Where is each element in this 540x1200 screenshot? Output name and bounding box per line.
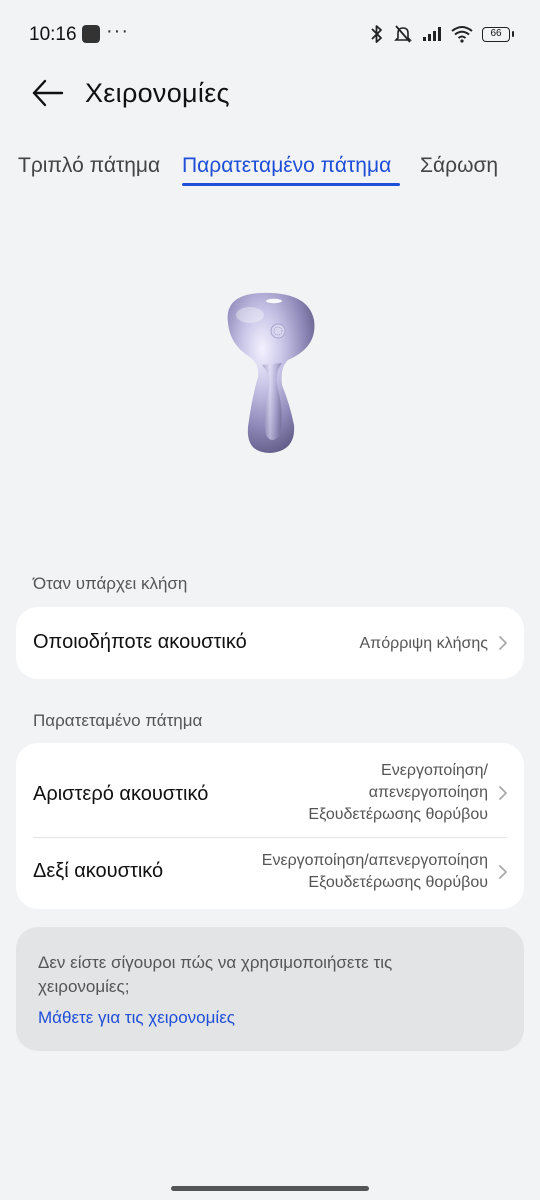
help-text: Δεν είστε σίγουροι πώς να χρησιμοποιήσετ…	[38, 953, 393, 996]
wifi-icon	[451, 26, 473, 43]
any-earbud-label: Οποιοδήποτε ακουστικό	[33, 631, 247, 653]
any-earbud-row[interactable]: Οποιοδήποτε ακουστικό Απόρριψη κλήσης	[16, 607, 524, 679]
tab-long-press[interactable]: Παρατεταμένο πάτημα	[182, 154, 391, 178]
tab-triple-press[interactable]: Τριπλό πάτημα	[18, 154, 160, 178]
app-header: Χειρονομίες	[0, 70, 540, 120]
back-arrow-icon[interactable]	[30, 78, 66, 108]
right-earbud-label: Δεξί ακουστικό	[33, 860, 164, 882]
chevron-right-icon	[499, 786, 507, 800]
chevron-right-icon	[499, 865, 507, 879]
left-earbud-label: Αριστερό ακουστικό	[33, 783, 209, 805]
right-earbud-value-line: Ενεργοποίηση/απενεργοποίηση	[261, 852, 488, 869]
notification-app-icon	[82, 25, 100, 43]
left-earbud-value-line: απενεργοποίηση	[368, 784, 488, 801]
tab-swipe[interactable]: Σάρωση	[420, 154, 498, 178]
left-earbud-value-line: Εξουδετέρωσης θορύβου	[308, 806, 488, 823]
call-section-label: Όταν υπάρχει κλήση	[33, 574, 188, 593]
bluetooth-icon	[371, 25, 382, 43]
more-notifications-icon: ···	[106, 20, 129, 42]
status-bar: 10:16 ··· 66	[0, 0, 540, 70]
long-press-card: Αριστερό ακουστικό Ενεργοποίηση/ απενεργ…	[16, 743, 524, 909]
call-settings-card: Οποιοδήποτε ακουστικό Απόρριψη κλήσης	[16, 607, 524, 679]
status-icons: 66	[370, 22, 514, 46]
left-earbud-row[interactable]: Αριστερό ακουστικό Ενεργοποίηση/ απενεργ…	[16, 743, 524, 837]
active-tab-indicator	[182, 183, 400, 186]
gesture-tabs: Τριπλό πάτημα Παρατεταμένο πάτημα Σάρωση	[0, 150, 540, 190]
battery-icon: 66	[482, 26, 514, 42]
home-indicator[interactable]	[171, 1186, 369, 1191]
left-earbud-value-line: Ενεργοποίηση/	[381, 762, 488, 779]
earbud-image	[227, 292, 315, 453]
signal-icon	[423, 27, 441, 41]
right-earbud-value-line: Εξουδετέρωσης θορύβου	[308, 874, 488, 891]
left-earbud-value: Ενεργοποίηση/ απενεργοποίηση Εξουδετέρωσ…	[308, 760, 488, 826]
long-press-section-label: Παρατεταμένο πάτημα	[33, 711, 203, 730]
any-earbud-value: Απόρριψη κλήσης	[359, 635, 489, 652]
chevron-right-icon	[499, 636, 507, 650]
right-earbud-value: Ενεργοποίηση/απενεργοποίηση Εξουδετέρωση…	[262, 850, 488, 894]
page-title: Χειρονομίες	[85, 78, 230, 108]
muted-bell-icon	[394, 25, 412, 43]
status-time: 10:16	[29, 24, 77, 45]
gestures-help-card: Δεν είστε σίγουροι πώς να χρησιμοποιήσετ…	[16, 927, 524, 1051]
learn-gestures-link[interactable]: Μάθετε για τις χειρονομίες	[38, 1008, 235, 1028]
right-earbud-row[interactable]: Δεξί ακουστικό Ενεργοποίηση/απενεργοποίη…	[16, 838, 524, 909]
